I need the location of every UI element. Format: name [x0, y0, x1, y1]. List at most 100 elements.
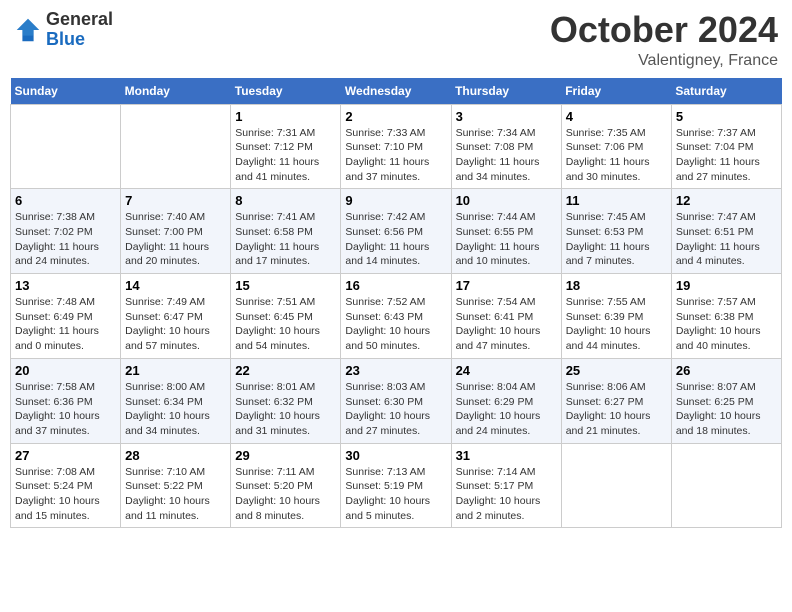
day-number: 26: [676, 363, 777, 378]
calendar-cell: [561, 443, 671, 528]
day-info: Sunrise: 7:47 AMSunset: 6:51 PMDaylight:…: [676, 210, 777, 269]
calendar-cell: 15Sunrise: 7:51 AMSunset: 6:45 PMDayligh…: [231, 274, 341, 359]
calendar-cell: 5Sunrise: 7:37 AMSunset: 7:04 PMDaylight…: [671, 104, 781, 189]
day-number: 24: [456, 363, 557, 378]
day-number: 1: [235, 109, 336, 124]
day-number: 8: [235, 193, 336, 208]
day-number: 17: [456, 278, 557, 293]
day-number: 3: [456, 109, 557, 124]
day-info: Sunrise: 7:40 AMSunset: 7:00 PMDaylight:…: [125, 210, 226, 269]
day-number: 30: [345, 448, 446, 463]
col-thursday: Thursday: [451, 78, 561, 105]
calendar-cell: 28Sunrise: 7:10 AMSunset: 5:22 PMDayligh…: [121, 443, 231, 528]
day-number: 18: [566, 278, 667, 293]
day-number: 23: [345, 363, 446, 378]
day-info: Sunrise: 8:07 AMSunset: 6:25 PMDaylight:…: [676, 380, 777, 439]
calendar-week-2: 6Sunrise: 7:38 AMSunset: 7:02 PMDaylight…: [11, 189, 782, 274]
calendar-cell: [121, 104, 231, 189]
day-info: Sunrise: 8:01 AMSunset: 6:32 PMDaylight:…: [235, 380, 336, 439]
logo-blue-text: Blue: [46, 30, 113, 50]
calendar-cell: 21 Sunrise: 8:00 AMSunset: 6:34 PMDayligh…: [121, 358, 231, 443]
calendar-cell: 19 Sunrise: 7:57 AMSunset: 6:38 PMDayligh…: [671, 274, 781, 359]
calendar-week-1: 1 Sunrise: 7:31 AMSunset: 7:12 PMDaylight…: [11, 104, 782, 189]
day-info: Sunrise: 7:45 AMSunset: 6:53 PMDaylight:…: [566, 210, 667, 269]
day-info: Sunrise: 7:31 AMSunset: 7:12 PMDaylight:…: [235, 126, 336, 185]
day-number: 16: [345, 278, 446, 293]
calendar-cell: 9Sunrise: 7:42 AMSunset: 6:56 PMDaylight…: [341, 189, 451, 274]
day-number: 28: [125, 448, 226, 463]
day-info: Sunrise: 7:44 AMSunset: 6:55 PMDaylight:…: [456, 210, 557, 269]
calendar-cell: [671, 443, 781, 528]
day-info: Sunrise: 7:14 AMSunset: 5:17 PMDaylight:…: [456, 465, 557, 524]
day-info: Sunrise: 7:57 AMSunset: 6:38 PMDaylight:…: [676, 295, 777, 354]
col-saturday: Saturday: [671, 78, 781, 105]
calendar-cell: 8 Sunrise: 7:41 AMSunset: 6:58 PMDaylight…: [231, 189, 341, 274]
day-number: 2: [345, 109, 446, 124]
calendar-cell: 2 Sunrise: 7:33 AMSunset: 7:10 PMDaylight…: [341, 104, 451, 189]
day-number: 27: [15, 448, 116, 463]
day-number: 25: [566, 363, 667, 378]
calendar-week-3: 13 Sunrise: 7:48 AMSunset: 6:49 PMDayligh…: [11, 274, 782, 359]
day-info: Sunrise: 8:00 AMSunset: 6:34 PMDaylight:…: [125, 380, 226, 439]
col-wednesday: Wednesday: [341, 78, 451, 105]
day-number: 4: [566, 109, 667, 124]
day-number: 29: [235, 448, 336, 463]
calendar-table: Sunday Monday Tuesday Wednesday Thursday…: [10, 78, 782, 529]
calendar-cell: 14Sunrise: 7:49 AMSunset: 6:47 PMDayligh…: [121, 274, 231, 359]
day-info: Sunrise: 7:48 AMSunset: 6:49 PMDaylight:…: [15, 295, 116, 354]
calendar-week-5: 27 Sunrise: 7:08 AMSunset: 5:24 PMDayligh…: [11, 443, 782, 528]
day-info: Sunrise: 8:03 AMSunset: 6:30 PMDaylight:…: [345, 380, 446, 439]
day-number: 13: [15, 278, 116, 293]
calendar-cell: 1 Sunrise: 7:31 AMSunset: 7:12 PMDaylight…: [231, 104, 341, 189]
calendar-cell: 23 Sunrise: 8:03 AMSunset: 6:30 PMDayligh…: [341, 358, 451, 443]
calendar-cell: 11 Sunrise: 7:45 AMSunset: 6:53 PMDayligh…: [561, 189, 671, 274]
calendar-header: Sunday Monday Tuesday Wednesday Thursday…: [11, 78, 782, 105]
col-tuesday: Tuesday: [231, 78, 341, 105]
day-number: 31: [456, 448, 557, 463]
calendar-cell: 22 Sunrise: 8:01 AMSunset: 6:32 PMDayligh…: [231, 358, 341, 443]
calendar-cell: 30 Sunrise: 7:13 AMSunset: 5:19 PMDayligh…: [341, 443, 451, 528]
logo-icon: [14, 16, 42, 44]
calendar-cell: 6Sunrise: 7:38 AMSunset: 7:02 PMDaylight…: [11, 189, 121, 274]
day-info: Sunrise: 7:11 AMSunset: 5:20 PMDaylight:…: [235, 465, 336, 524]
day-info: Sunrise: 7:55 AMSunset: 6:39 PMDaylight:…: [566, 295, 667, 354]
calendar-cell: 31 Sunrise: 7:14 AMSunset: 5:17 PMDayligh…: [451, 443, 561, 528]
day-info: Sunrise: 7:42 AMSunset: 6:56 PMDaylight:…: [345, 210, 446, 269]
day-number: 20: [15, 363, 116, 378]
day-info: Sunrise: 7:49 AMSunset: 6:47 PMDaylight:…: [125, 295, 226, 354]
day-info: Sunrise: 7:34 AMSunset: 7:08 PMDaylight:…: [456, 126, 557, 185]
day-info: Sunrise: 7:51 AMSunset: 6:45 PMDaylight:…: [235, 295, 336, 354]
calendar-cell: 20 Sunrise: 7:58 AMSunset: 6:36 PMDayligh…: [11, 358, 121, 443]
calendar-cell: 10Sunrise: 7:44 AMSunset: 6:55 PMDayligh…: [451, 189, 561, 274]
day-info: Sunrise: 7:13 AMSunset: 5:19 PMDaylight:…: [345, 465, 446, 524]
col-sunday: Sunday: [11, 78, 121, 105]
title-block: October 2024 Valentigney, France: [550, 10, 778, 70]
calendar-cell: 29 Sunrise: 7:11 AMSunset: 5:20 PMDayligh…: [231, 443, 341, 528]
day-number: 21: [125, 363, 226, 378]
calendar-body: 1 Sunrise: 7:31 AMSunset: 7:12 PMDaylight…: [11, 104, 782, 528]
calendar-cell: 18 Sunrise: 7:55 AMSunset: 6:39 PMDayligh…: [561, 274, 671, 359]
header-row: Sunday Monday Tuesday Wednesday Thursday…: [11, 78, 782, 105]
calendar-cell: [11, 104, 121, 189]
calendar-cell: 26 Sunrise: 8:07 AMSunset: 6:25 PMDayligh…: [671, 358, 781, 443]
day-info: Sunrise: 7:37 AMSunset: 7:04 PMDaylight:…: [676, 126, 777, 185]
day-number: 22: [235, 363, 336, 378]
day-info: Sunrise: 7:08 AMSunset: 5:24 PMDaylight:…: [15, 465, 116, 524]
day-info: Sunrise: 7:38 AMSunset: 7:02 PMDaylight:…: [15, 210, 116, 269]
day-info: Sunrise: 7:58 AMSunset: 6:36 PMDaylight:…: [15, 380, 116, 439]
day-info: Sunrise: 7:41 AMSunset: 6:58 PMDaylight:…: [235, 210, 336, 269]
day-number: 7: [125, 193, 226, 208]
calendar-cell: 27 Sunrise: 7:08 AMSunset: 5:24 PMDayligh…: [11, 443, 121, 528]
day-info: Sunrise: 7:54 AMSunset: 6:41 PMDaylight:…: [456, 295, 557, 354]
col-monday: Monday: [121, 78, 231, 105]
month-title: October 2024: [550, 10, 778, 50]
calendar-cell: 17 Sunrise: 7:54 AMSunset: 6:41 PMDayligh…: [451, 274, 561, 359]
day-number: 11: [566, 193, 667, 208]
calendar-cell: 3 Sunrise: 7:34 AMSunset: 7:08 PMDaylight…: [451, 104, 561, 189]
calendar-cell: 4 Sunrise: 7:35 AMSunset: 7:06 PMDaylight…: [561, 104, 671, 189]
logo: General Blue: [14, 10, 113, 50]
day-info: Sunrise: 7:52 AMSunset: 6:43 PMDaylight:…: [345, 295, 446, 354]
day-info: Sunrise: 7:33 AMSunset: 7:10 PMDaylight:…: [345, 126, 446, 185]
day-info: Sunrise: 7:35 AMSunset: 7:06 PMDaylight:…: [566, 126, 667, 185]
day-number: 19: [676, 278, 777, 293]
